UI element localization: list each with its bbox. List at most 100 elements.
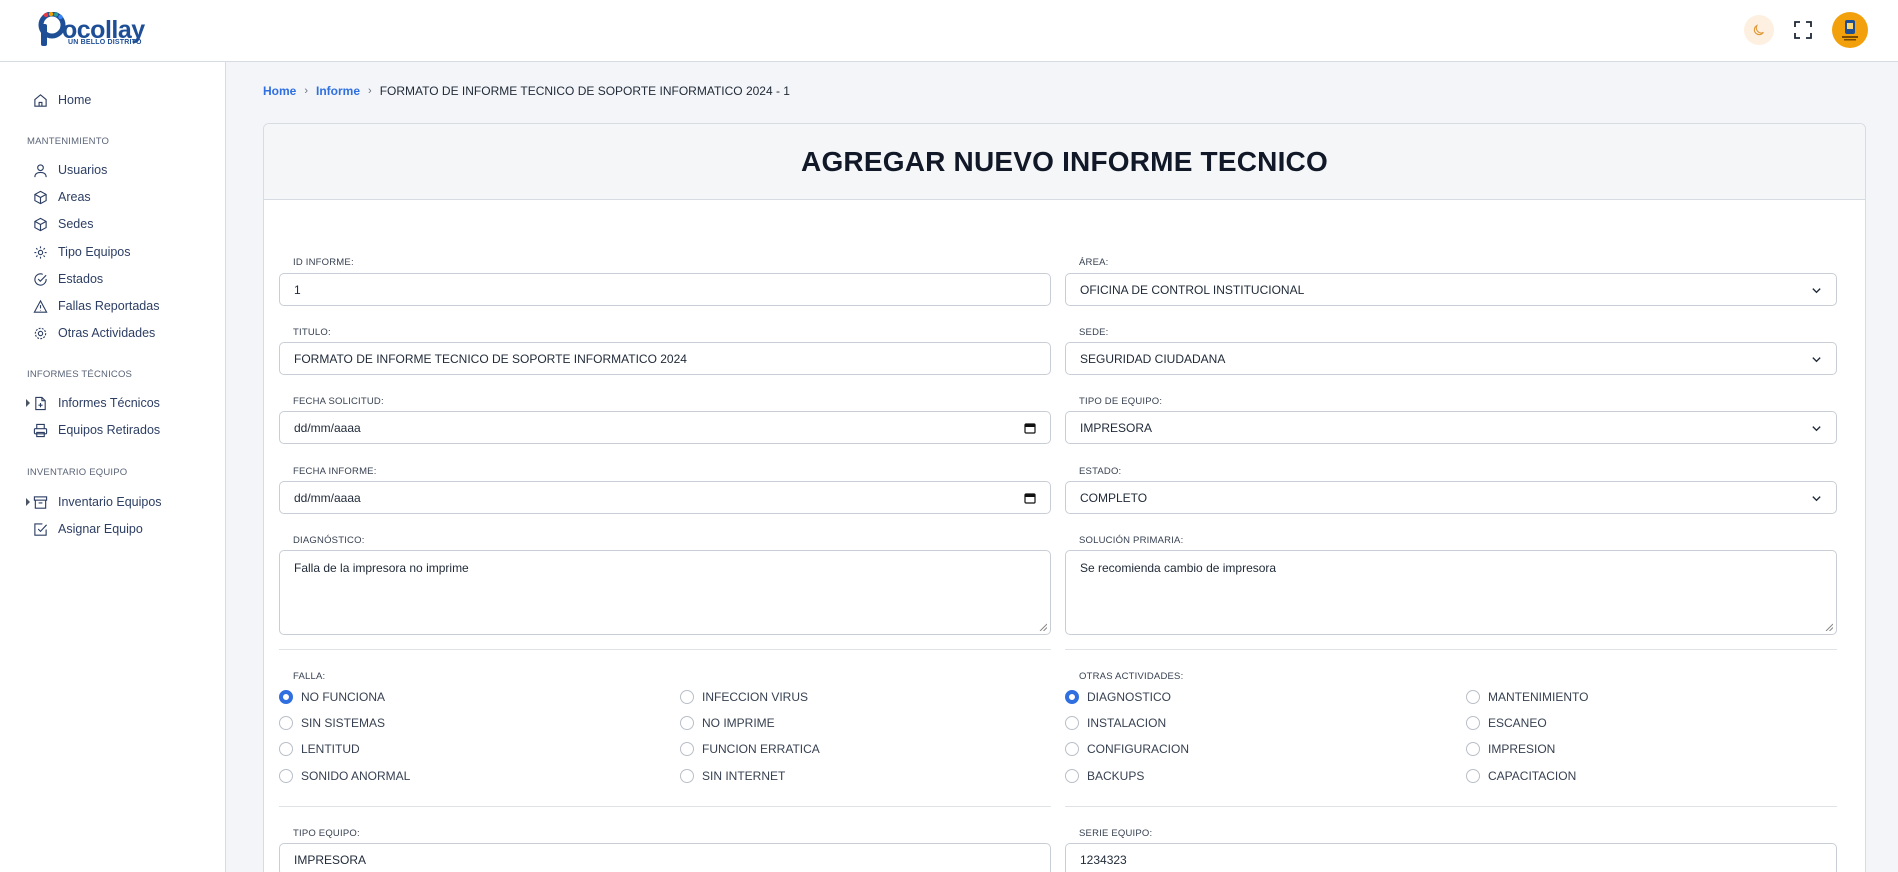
sidebar-item-equipos-retirados[interactable]: Equipos Retirados bbox=[33, 420, 160, 440]
sidebar-item-label: Home bbox=[58, 93, 92, 107]
breadcrumb-informe-link[interactable]: Informe bbox=[316, 84, 360, 98]
sidebar-item-areas[interactable]: Areas bbox=[33, 187, 91, 207]
breadcrumb-home-link[interactable]: Home bbox=[263, 84, 296, 98]
field-value: IMPRESORA bbox=[294, 852, 367, 867]
otras-radio-backups[interactable]: BACKUPS bbox=[1065, 768, 1144, 784]
radio-dot[interactable] bbox=[1466, 769, 1480, 783]
sidebar-item-label: Informes Técnicos bbox=[58, 396, 160, 410]
check-circle-icon bbox=[34, 272, 47, 286]
otras-radio-escaneo[interactable]: ESCANEO bbox=[1466, 715, 1547, 731]
radio-dot[interactable] bbox=[279, 769, 293, 783]
serie-equipo-input[interactable]: 1234323 bbox=[1065, 843, 1837, 872]
id-informe-input[interactable]: 1 bbox=[279, 273, 1051, 306]
sidebar-item-usuarios[interactable]: Usuarios bbox=[33, 160, 107, 180]
sidebar-item-asignar-equipo[interactable]: Asignar Equipo bbox=[33, 519, 143, 539]
diagnostico-label: DIAGNÓSTICO: bbox=[293, 535, 365, 546]
box-icon bbox=[34, 217, 47, 231]
field-value: Falla de la impresora no imprime bbox=[294, 561, 469, 575]
radio-dot[interactable] bbox=[1466, 690, 1480, 704]
chevron-down-icon bbox=[1812, 496, 1821, 502]
field-value: 1 bbox=[294, 282, 301, 297]
radio-dot[interactable] bbox=[279, 742, 293, 756]
sidebar-item-label: Areas bbox=[58, 190, 91, 204]
radio-dot[interactable] bbox=[279, 716, 293, 730]
divider bbox=[279, 806, 1051, 807]
sede-select[interactable]: SEGURIDAD CIUDADANA bbox=[1065, 342, 1837, 375]
radio-dot[interactable] bbox=[1065, 769, 1079, 783]
sidebar-item-inventario-equipos[interactable]: Inventario Equipos bbox=[33, 492, 162, 512]
falla-radio-funcion-erratica[interactable]: FUNCION ERRATICA bbox=[680, 741, 820, 757]
otras-radio-configuracion[interactable]: CONFIGURACION bbox=[1065, 741, 1189, 757]
sidebar-item-label: Otras Actividades bbox=[58, 326, 156, 340]
fecha-informe-input[interactable]: dd/mm/aaaa bbox=[279, 481, 1051, 514]
falla-radio-no-imprime[interactable]: NO IMPRIME bbox=[680, 715, 775, 731]
sidebar-item-informes-tecnicos[interactable]: Informes Técnicos bbox=[33, 393, 160, 413]
titulo-input[interactable]: FORMATO DE INFORME TECNICO DE SOPORTE IN… bbox=[279, 342, 1051, 375]
fecha-solicitud-input[interactable]: dd/mm/aaaa bbox=[279, 411, 1051, 444]
field-value: SEGURIDAD CIUDADANA bbox=[1080, 351, 1226, 366]
radio-dot[interactable] bbox=[680, 716, 694, 730]
caret-right-icon[interactable] bbox=[25, 498, 31, 506]
radio-dot[interactable] bbox=[279, 690, 293, 704]
radio-label: IMPRESION bbox=[1488, 742, 1556, 756]
sidebar-item-otras-actividades[interactable]: Otras Actividades bbox=[33, 323, 155, 343]
radio-dot[interactable] bbox=[680, 742, 694, 756]
solucion-primaria-label: SOLUCIÓN PRIMARIA: bbox=[1079, 535, 1184, 546]
radio-dot[interactable] bbox=[680, 690, 694, 704]
falla-radio-no-funciona[interactable]: NO FUNCIONA bbox=[279, 689, 385, 705]
otras-radio-diagnostico[interactable]: DIAGNOSTICO bbox=[1065, 689, 1171, 705]
fullscreen-button[interactable] bbox=[1788, 15, 1818, 45]
checkbox-icon bbox=[34, 522, 48, 536]
sidebar-item-label: Sedes bbox=[58, 217, 94, 231]
falla-radio-lentitud[interactable]: LENTITUD bbox=[279, 741, 360, 757]
estado-select[interactable]: COMPLETO bbox=[1065, 481, 1837, 514]
fecha-informe-label: FECHA INFORME: bbox=[293, 466, 377, 477]
pocollay-logo[interactable]: ocollay UN BELLO DISTRITO bbox=[38, 10, 148, 50]
otras-radio-capacitacion[interactable]: CAPACITACION bbox=[1466, 768, 1576, 784]
falla-radio-infeccion-virus[interactable]: INFECCION VIRUS bbox=[680, 689, 808, 705]
solucion-primaria-textarea[interactable]: Se recomienda cambio de impresora bbox=[1065, 550, 1837, 635]
radio-dot[interactable] bbox=[1466, 742, 1480, 756]
theme-toggle-button[interactable] bbox=[1744, 15, 1774, 45]
divider bbox=[1065, 649, 1837, 650]
sidebar-item-estados[interactable]: Estados bbox=[33, 269, 103, 289]
chevron-down-icon bbox=[1812, 288, 1821, 294]
field-value: COMPLETO bbox=[1080, 490, 1148, 505]
calendar-icon[interactable] bbox=[1024, 422, 1036, 434]
radio-dot[interactable] bbox=[1065, 690, 1079, 704]
radio-dot[interactable] bbox=[1065, 716, 1079, 730]
radio-label: NO FUNCIONA bbox=[301, 690, 385, 704]
resize-grip-icon[interactable] bbox=[1825, 623, 1833, 631]
serie-equipo-label: SERIE EQUIPO: bbox=[1079, 828, 1153, 839]
tipo-equipo-input[interactable]: IMPRESORA bbox=[279, 843, 1051, 872]
otras-radio-impresion[interactable]: IMPRESION bbox=[1466, 741, 1555, 757]
diagnostico-textarea[interactable]: Falla de la impresora no imprime bbox=[279, 550, 1051, 635]
radio-dot[interactable] bbox=[1466, 716, 1480, 730]
municipality-seal-icon bbox=[1842, 20, 1858, 41]
falla-radio-sonido-anormal[interactable]: SONIDO ANORMAL bbox=[279, 768, 410, 784]
tipo-de-equipo-select[interactable]: IMPRESORA bbox=[1065, 411, 1837, 444]
otras-radio-mantenimiento[interactable]: MANTENIMIENTO bbox=[1466, 689, 1588, 705]
breadcrumb: Home › Informe › FORMATO DE INFORME TECN… bbox=[263, 84, 790, 98]
calendar-icon[interactable] bbox=[1024, 492, 1036, 504]
area-select[interactable]: OFICINA DE CONTROL INSTITUCIONAL bbox=[1065, 273, 1837, 306]
divider bbox=[279, 649, 1051, 650]
caret-right-icon[interactable] bbox=[25, 399, 31, 407]
avatar[interactable] bbox=[1832, 12, 1868, 48]
sidebar-item-home[interactable]: Home bbox=[33, 90, 91, 110]
radio-dot[interactable] bbox=[680, 769, 694, 783]
resize-grip-icon[interactable] bbox=[1039, 623, 1047, 631]
radio-dot[interactable] bbox=[1065, 742, 1079, 756]
falla-radio-sin-sistemas[interactable]: SIN SISTEMAS bbox=[279, 715, 385, 731]
otras-radio-instalacion[interactable]: INSTALACION bbox=[1065, 715, 1166, 731]
field-value: FORMATO DE INFORME TECNICO DE SOPORTE IN… bbox=[294, 351, 687, 366]
field-value: 1234323 bbox=[1080, 852, 1127, 867]
sidebar-item-sedes[interactable]: Sedes bbox=[33, 214, 93, 234]
tipo-de-equipo-label: TIPO DE EQUIPO: bbox=[1079, 396, 1163, 407]
sidebar-item-tipo-equipos[interactable]: Tipo Equipos bbox=[33, 242, 131, 262]
sidebar-item-fallas-reportadas[interactable]: Fallas Reportadas bbox=[33, 296, 159, 316]
field-value: dd/mm/aaaa bbox=[294, 490, 361, 505]
file-plus-icon bbox=[35, 396, 46, 410]
sidebar-section-inventario: INVENTARIO EQUIPO bbox=[27, 467, 128, 478]
falla-radio-sin-internet[interactable]: SIN INTERNET bbox=[680, 768, 785, 784]
